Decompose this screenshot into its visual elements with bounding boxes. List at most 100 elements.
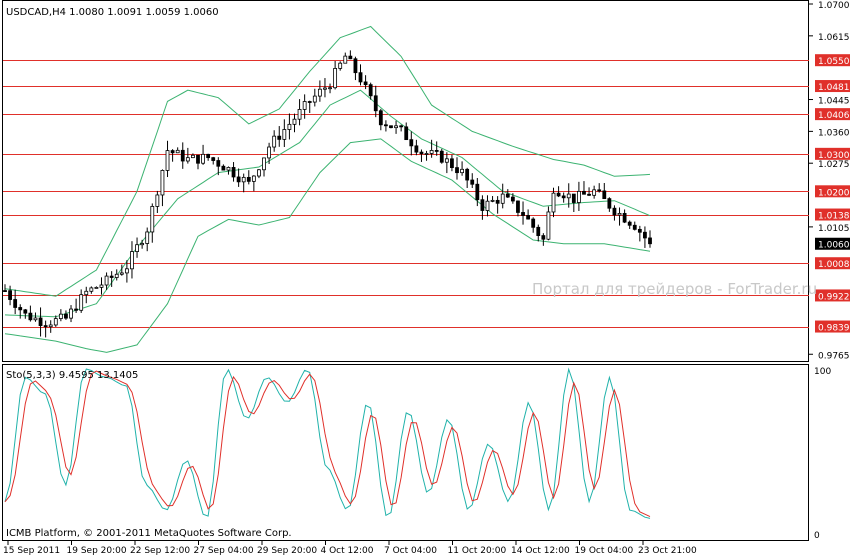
stochastic-window-frame	[2, 364, 809, 541]
candle-body	[531, 218, 536, 228]
candle-body	[399, 125, 404, 128]
candle-body	[490, 199, 495, 202]
candle-body	[282, 129, 287, 140]
candle-body	[38, 317, 43, 326]
candle-body	[622, 213, 627, 223]
candle-body	[343, 55, 348, 64]
candle-body	[307, 101, 312, 103]
candle-body	[576, 190, 581, 203]
candle-body	[201, 153, 205, 164]
time-tick-label: 27 Sep 04:00	[194, 546, 254, 556]
candle-body	[89, 287, 94, 292]
candle-body	[277, 135, 282, 140]
candle-body	[434, 150, 439, 152]
candle-body	[384, 124, 388, 127]
time-axis: 15 Sep 2011 19 Sep 20:00 22 Sep 12:00 27 Se…	[3, 541, 697, 556]
candle-body	[180, 149, 185, 162]
candle-body	[119, 272, 124, 275]
candle-body	[368, 84, 373, 97]
current-price-label: 1.0060	[818, 241, 850, 251]
time-tick-label: 15 Sep 2011	[3, 546, 60, 556]
price-tick-label: 1.0615	[818, 33, 850, 43]
candle-body	[323, 87, 327, 90]
level-price-label: 0.9922	[818, 292, 850, 302]
candle-body	[617, 213, 622, 216]
candle-body	[378, 110, 383, 126]
candle-body	[404, 126, 409, 141]
candle-body	[460, 168, 464, 174]
candle-body	[165, 150, 170, 171]
candle-body	[94, 286, 99, 289]
candle-body	[272, 135, 277, 148]
candle-body	[221, 165, 226, 171]
candle-body	[607, 198, 612, 209]
time-tick-label: 23 Oct 21:00	[638, 546, 697, 556]
candle-body	[627, 221, 632, 226]
candle-body	[236, 176, 241, 183]
price-axis: 1.0700 1.0615 1.0550 1.0481 1.0445 1.0406 1.03…	[809, 1, 850, 361]
candle-body	[251, 175, 256, 182]
candle-body	[246, 176, 251, 182]
time-tick-label: 14 Oct 12:00	[511, 546, 570, 556]
candle-body	[257, 169, 261, 177]
level-price-label: 1.0200	[818, 188, 850, 198]
candle-body	[267, 146, 271, 159]
candle-body	[363, 81, 368, 86]
candle-body	[185, 157, 190, 162]
level-price-label: 1.0406	[818, 111, 850, 121]
candle-body	[561, 195, 566, 199]
candle-body	[510, 196, 515, 202]
candle-body	[450, 158, 454, 168]
candle-body	[241, 176, 246, 183]
candle-body	[566, 193, 571, 199]
candle-body	[8, 290, 12, 300]
candle-body	[175, 149, 180, 154]
candle-body	[389, 125, 393, 129]
candle-body	[312, 95, 317, 103]
candle-body	[69, 308, 73, 319]
candle-body	[541, 235, 546, 240]
candle-body	[124, 268, 129, 274]
candle-body	[643, 231, 647, 239]
candle-body	[592, 189, 597, 196]
level-price-label: 1.0550	[818, 57, 850, 67]
candle-body	[348, 55, 353, 60]
candle-body	[130, 251, 134, 270]
candle-body	[582, 190, 586, 195]
candle-body	[109, 275, 114, 278]
candle-body	[23, 309, 28, 314]
candle-body	[170, 150, 175, 154]
candle-body	[328, 87, 332, 90]
candle-body	[338, 62, 343, 69]
time-tick-label: 22 Sep 12:00	[130, 546, 190, 556]
candle-body	[191, 154, 195, 159]
candle-body	[424, 153, 429, 155]
candle-body	[444, 158, 449, 163]
watermark: Портал для трейдеров - ForTrader.ru	[532, 280, 817, 298]
candle-body	[414, 145, 419, 153]
candle-body	[632, 224, 637, 230]
candle-body	[465, 168, 470, 181]
candle-body	[43, 325, 48, 328]
candle-body	[521, 212, 525, 216]
candle-body	[536, 226, 541, 236]
candle-body	[485, 200, 490, 211]
candle-body	[571, 193, 576, 203]
candle-body	[353, 58, 358, 74]
candle-body	[333, 68, 338, 89]
candle-body	[196, 154, 200, 164]
time-tick-label: 4 Oct 12:00	[321, 546, 374, 556]
candle-body	[358, 72, 363, 83]
time-tick-label: 7 Oct 04:00	[384, 546, 437, 556]
candle-body	[637, 228, 642, 233]
candle-body	[160, 170, 165, 196]
candle-body	[79, 294, 84, 311]
level-price-label: 1.0008	[818, 260, 850, 270]
price-tick-label: 1.0445	[818, 97, 850, 107]
candle-body	[155, 194, 160, 207]
candle-body	[74, 308, 79, 311]
time-tick-label: 19 Oct 04:00	[575, 546, 634, 556]
candle-body	[551, 192, 556, 213]
candle-body	[13, 299, 18, 308]
candle-body	[597, 189, 602, 192]
